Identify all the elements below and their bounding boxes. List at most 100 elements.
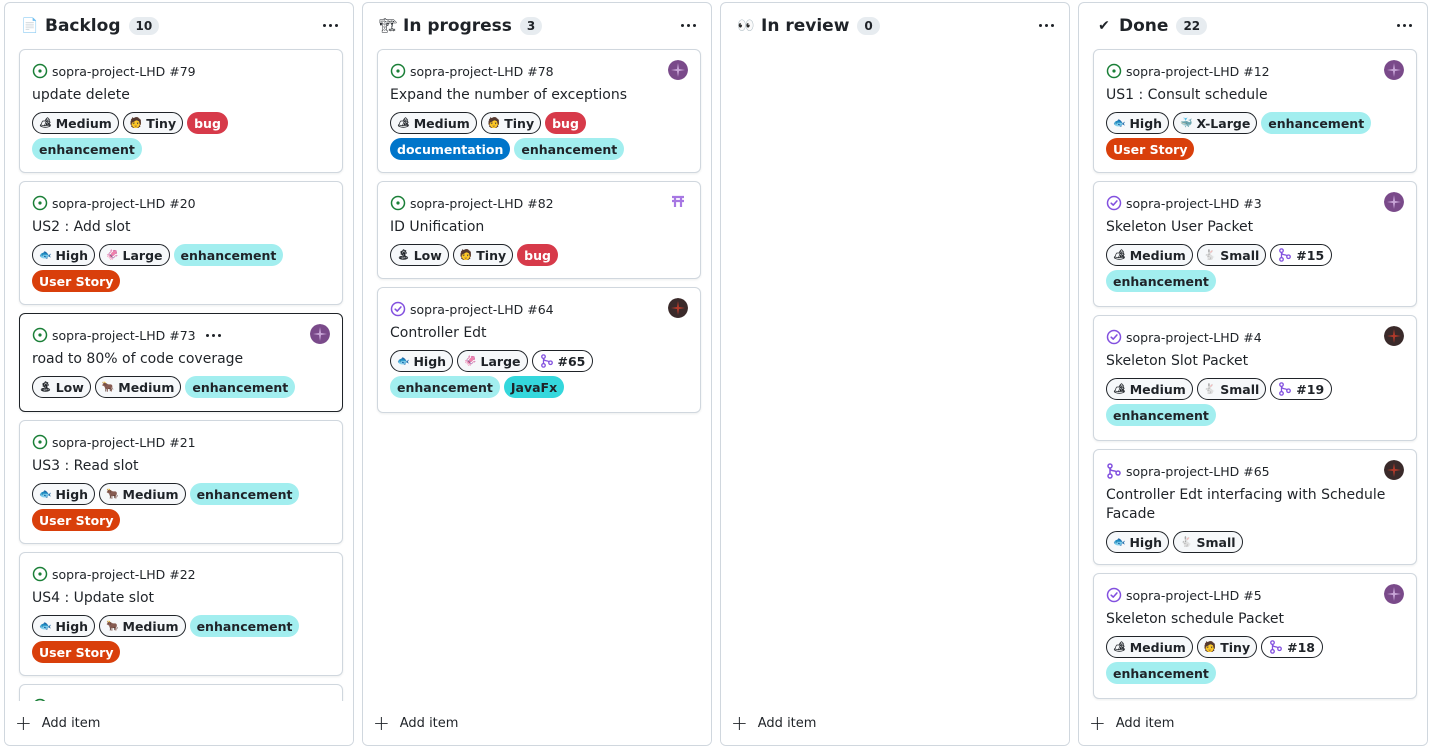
column-menu-button[interactable] xyxy=(675,13,701,37)
assignee-avatar[interactable] xyxy=(310,324,330,344)
label-badge[interactable]: enhancement xyxy=(390,376,500,398)
assignee-avatar[interactable] xyxy=(1384,192,1404,212)
issue-title[interactable]: update delete xyxy=(32,86,330,105)
field-pill[interactable]: 🏝 Low xyxy=(32,376,91,398)
issue-reference[interactable]: sopra-project-LHD #3 xyxy=(1126,196,1262,211)
label-badge[interactable]: bug xyxy=(545,112,586,134)
assignee-avatar[interactable] xyxy=(668,192,688,212)
add-item-button[interactable]: + Add item xyxy=(1079,701,1427,745)
issue-title[interactable]: Controller Edt xyxy=(390,324,688,343)
issue-title[interactable]: Skeleton User Packet xyxy=(1106,218,1404,237)
label-badge[interactable]: enhancement xyxy=(32,138,142,160)
issue-card[interactable]: sopra-project-LHD #78 Expand the number o… xyxy=(377,49,701,173)
field-pill[interactable]: 🧑 Tiny xyxy=(452,244,514,266)
issue-reference[interactable]: sopra-project-LHD #65 xyxy=(1126,464,1270,479)
label-badge[interactable]: enhancement xyxy=(1106,404,1216,426)
issue-title[interactable]: US2 : Add slot xyxy=(32,218,330,237)
label-badge[interactable]: JavaFx xyxy=(503,376,565,398)
field-pill[interactable]: 🐂 Medium xyxy=(94,376,182,398)
add-item-button[interactable]: + Add item xyxy=(363,701,711,745)
column-menu-button[interactable] xyxy=(1391,13,1417,37)
issue-card[interactable]: sopra-project-LHD #79 update delete 🏕 Mediu… xyxy=(19,49,343,173)
assignee-avatar[interactable] xyxy=(1384,60,1404,80)
field-pill[interactable]: 🏕 Medium xyxy=(1106,378,1193,400)
add-item-button[interactable]: + Add item xyxy=(721,701,1069,745)
issue-card[interactable]: sopra-project-LHD #82 ID Unification 🏝 Low 🧑… xyxy=(377,181,701,279)
issue-card[interactable]: sopra-project-LHD #4 Skeleton Slot Packet… xyxy=(1093,315,1417,441)
issue-reference[interactable]: sopra-project-LHD #73 xyxy=(52,328,196,343)
issue-card[interactable]: sopra-project-LHD #22 US4 : Update slot 🐟 H… xyxy=(19,552,343,676)
field-pill[interactable]: 🏕 Medium xyxy=(1106,244,1193,266)
label-badge[interactable]: enhancement xyxy=(173,244,284,266)
assignee-avatar[interactable] xyxy=(668,298,688,318)
issue-reference[interactable]: sopra-project-LHD #20 xyxy=(52,196,196,211)
label-badge[interactable]: documentation xyxy=(390,138,511,160)
issue-reference[interactable]: sopra-project-LHD #82 xyxy=(410,196,554,211)
issue-title[interactable]: Skeleton schedule Packet xyxy=(1106,610,1404,629)
field-pill[interactable]: 🐟 High xyxy=(1106,531,1170,553)
issue-reference[interactable]: sopra-project-LHD #79 xyxy=(52,64,196,79)
issue-reference[interactable]: sopra-project-LHD #64 xyxy=(410,302,554,317)
field-pill[interactable]: 🧑 Tiny xyxy=(122,112,184,134)
issue-card[interactable]: sopra-project-LHD #65 Controller Edt inte… xyxy=(1093,449,1417,565)
assignee-avatar[interactable] xyxy=(1384,584,1404,604)
issue-title[interactable]: road to 80% of code coverage xyxy=(32,350,330,369)
label-badge[interactable]: User Story xyxy=(32,641,121,663)
add-item-button[interactable]: + Add item xyxy=(5,701,353,745)
assignee-avatar[interactable] xyxy=(1384,326,1404,346)
issue-card[interactable]: sopra-project-LHD #5 Skeleton schedule Pa… xyxy=(1093,573,1417,699)
issue-card[interactable]: sopra-project-LHD #23 xyxy=(19,684,343,701)
label-badge[interactable]: enhancement xyxy=(1106,270,1216,292)
label-badge[interactable]: enhancement xyxy=(1106,662,1216,684)
label-badge[interactable]: User Story xyxy=(1106,138,1195,160)
field-pill[interactable]: 🐇 Small xyxy=(1173,531,1243,553)
issue-card[interactable]: sopra-project-LHD #20 US2 : Add slot 🐟 High… xyxy=(19,181,343,305)
field-pill[interactable]: 🦑 Large xyxy=(457,350,528,372)
field-pill[interactable]: 🧑 Tiny xyxy=(1196,636,1258,658)
issue-card[interactable]: sopra-project-LHD #73 road to 80% of code… xyxy=(19,313,343,412)
issue-card[interactable]: sopra-project-LHD #21 US3 : Read slot 🐟 Hig… xyxy=(19,420,343,544)
label-badge[interactable]: bug xyxy=(517,244,558,266)
linked-pull-request[interactable]: #19 xyxy=(1270,378,1333,400)
linked-pull-request[interactable]: #18 xyxy=(1261,636,1323,658)
field-pill[interactable]: 🐟 High xyxy=(32,244,96,266)
issue-title[interactable]: US1 : Consult schedule xyxy=(1106,86,1404,105)
field-pill[interactable]: 🏕 Medium xyxy=(1106,636,1193,658)
label-badge[interactable]: enhancement xyxy=(189,483,300,505)
label-badge[interactable]: User Story xyxy=(32,270,121,292)
column-menu-button[interactable] xyxy=(317,13,343,37)
label-badge[interactable]: enhancement xyxy=(514,138,625,160)
issue-title[interactable]: ID Unification xyxy=(390,218,688,237)
issue-reference[interactable]: sopra-project-LHD #22 xyxy=(52,567,196,582)
issue-reference[interactable]: sopra-project-LHD #12 xyxy=(1126,64,1270,79)
field-pill[interactable]: 🐳 X-Large xyxy=(1173,112,1258,134)
label-badge[interactable]: User Story xyxy=(32,509,121,531)
field-pill[interactable]: 🐇 Small xyxy=(1196,244,1267,266)
label-badge[interactable]: enhancement xyxy=(1261,112,1372,134)
field-pill[interactable]: 🧑 Tiny xyxy=(480,112,542,134)
field-pill[interactable]: 🐟 High xyxy=(390,350,454,372)
issue-card[interactable]: sopra-project-LHD #64 Controller Edt 🐟 High… xyxy=(377,287,701,413)
issue-title[interactable]: Skeleton Slot Packet xyxy=(1106,352,1404,371)
card-menu-button[interactable] xyxy=(205,333,221,337)
field-pill[interactable]: 🦑 Large xyxy=(99,244,170,266)
issue-title[interactable]: Expand the number of exceptions xyxy=(390,86,688,105)
issue-title[interactable]: Controller Edt interfacing with Schedule… xyxy=(1106,486,1404,524)
issue-reference[interactable]: sopra-project-LHD #78 xyxy=(410,64,554,79)
column-menu-button[interactable] xyxy=(1033,13,1059,37)
field-pill[interactable]: 🐇 Small xyxy=(1196,378,1267,400)
issue-card[interactable]: sopra-project-LHD #12 US1 : Consult sched… xyxy=(1093,49,1417,173)
assignee-avatar[interactable] xyxy=(668,60,688,80)
field-pill[interactable]: 🏝 Low xyxy=(390,244,449,266)
field-pill[interactable]: 🏕 Medium xyxy=(390,112,477,134)
issue-reference[interactable]: sopra-project-LHD #4 xyxy=(1126,330,1262,345)
assignee-avatar[interactable] xyxy=(1384,460,1404,480)
issue-reference[interactable]: sopra-project-LHD #5 xyxy=(1126,588,1262,603)
field-pill[interactable]: 🐟 High xyxy=(1106,112,1170,134)
issue-card[interactable]: sopra-project-LHD #3 Skeleton User Packet… xyxy=(1093,181,1417,307)
linked-pull-request[interactable]: #15 xyxy=(1270,244,1333,266)
issue-title[interactable]: US3 : Read slot xyxy=(32,457,330,476)
label-badge[interactable]: enhancement xyxy=(189,615,300,637)
issue-title[interactable]: US4 : Update slot xyxy=(32,589,330,608)
field-pill[interactable]: 🐟 High xyxy=(32,483,96,505)
